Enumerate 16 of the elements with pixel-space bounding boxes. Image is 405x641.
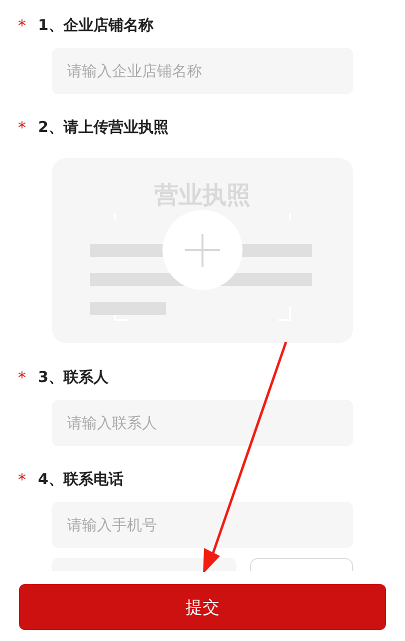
field-label: 1、企业店铺名称 xyxy=(38,16,154,34)
input-field[interactable] xyxy=(52,558,236,571)
plus-icon xyxy=(184,233,221,268)
field-label: 3、联系人 xyxy=(38,368,108,386)
submit-button[interactable]: 提交 xyxy=(19,584,386,630)
add-button[interactable] xyxy=(162,210,242,290)
required-mark: * xyxy=(18,470,27,488)
code-button[interactable] xyxy=(250,558,353,571)
required-mark: * xyxy=(18,368,27,386)
field-label: 4、联系电话 xyxy=(38,470,124,488)
required-mark: * xyxy=(18,118,27,136)
input-field[interactable]: 请输入企业店铺名称 xyxy=(52,48,353,94)
input-field[interactable]: 请输入手机号 xyxy=(52,502,353,548)
required-mark: * xyxy=(18,16,27,34)
field-label: 2、请上传营业执照 xyxy=(38,118,168,136)
input-field[interactable]: 请输入联系人 xyxy=(52,400,353,446)
